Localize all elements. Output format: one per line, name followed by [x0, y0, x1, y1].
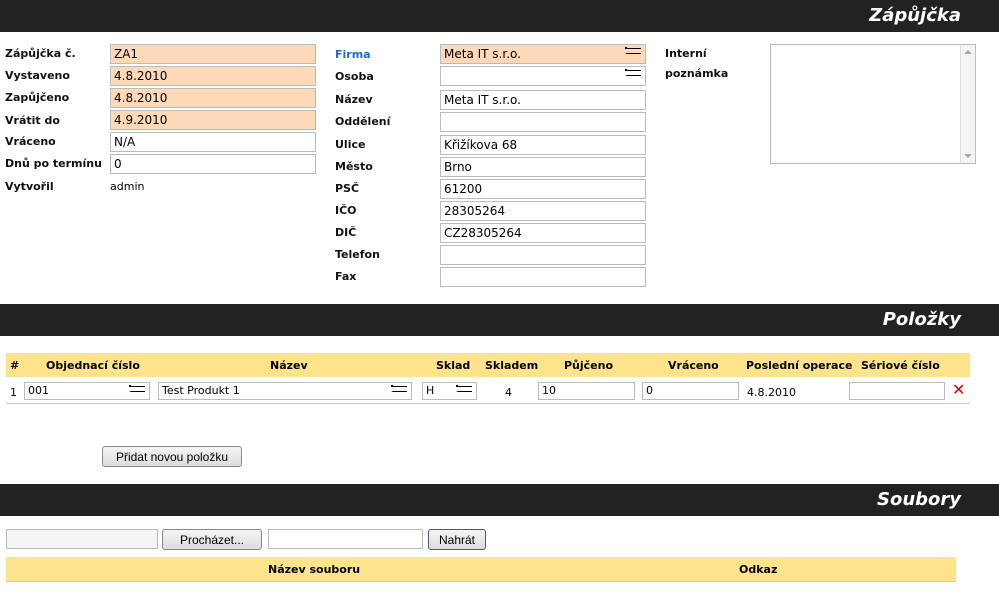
internal-note-textarea[interactable] — [770, 44, 976, 164]
phone-label: Telefon — [335, 248, 380, 261]
scroll-up-arrow-icon[interactable] — [964, 50, 972, 54]
ico-field[interactable]: 28305264 — [440, 201, 646, 221]
person-label: Osoba — [335, 70, 374, 83]
person-combo[interactable] — [440, 66, 646, 86]
returned-date-field[interactable]: N/A — [110, 132, 316, 152]
section-bar-soubory: Soubory — [0, 484, 999, 516]
upload-button[interactable]: Nahrát — [428, 529, 486, 550]
returned-label: Vráceno — [5, 135, 56, 148]
loaned-qty-field[interactable]: 10 — [538, 382, 635, 400]
created-by-label: Vytvořil — [5, 180, 54, 193]
col-in-stock: Skladem — [485, 359, 539, 372]
zip-field[interactable]: 61200 — [440, 179, 646, 199]
dic-label: DIČ — [335, 226, 357, 239]
col-serial: Sériové číslo — [861, 359, 940, 372]
note-scrollbar[interactable] — [960, 45, 975, 163]
row-divider — [6, 403, 970, 404]
store-combo[interactable]: H — [422, 382, 477, 400]
loan-number-field[interactable]: ZA1 — [110, 44, 316, 64]
row-num: 1 — [10, 386, 17, 399]
col-link: Odkaz — [739, 563, 778, 576]
col-name: Název — [270, 359, 308, 372]
ico-label: IČO — [335, 204, 357, 217]
last-operation-value: 4.8.2010 — [747, 386, 796, 399]
items-table-header: # Objednací číslo Název Sklad Skladem Pů… — [6, 353, 970, 377]
col-order-no: Objednací číslo — [46, 359, 140, 372]
col-file-name: Název souboru — [268, 563, 361, 576]
name-label: Název — [335, 93, 373, 106]
files-table-header: Název souboru Odkaz — [6, 557, 956, 581]
issued-label: Vystaveno — [5, 69, 70, 82]
loaned-date-field[interactable]: 4.8.2010 — [110, 88, 316, 108]
section-title: Položky — [882, 309, 961, 330]
note-label-line1: Interní — [665, 47, 707, 60]
dic-field[interactable]: CZ28305264 — [440, 223, 646, 243]
fax-field[interactable] — [440, 267, 646, 287]
city-label: Město — [335, 160, 373, 173]
loan-number-label: Zápůjčka č. — [5, 47, 76, 60]
section-title: Zápůjčka — [869, 5, 961, 26]
company-combo[interactable]: Meta IT s.r.o. — [440, 44, 646, 64]
in-stock-value: 4 — [505, 386, 512, 399]
zip-label: PSČ — [335, 182, 360, 195]
return-by-label: Vrátit do — [5, 114, 60, 127]
created-by-value: admin — [110, 180, 145, 193]
street-label: Ulice — [335, 138, 366, 151]
scroll-down-arrow-icon[interactable] — [964, 154, 972, 158]
firma-link[interactable]: Firma — [335, 48, 371, 61]
name-field[interactable]: Meta IT s.r.o. — [440, 90, 646, 110]
return-by-date-field[interactable]: 4.9.2010 — [110, 110, 316, 130]
loaned-label: Zapůjčeno — [5, 91, 70, 104]
product-name-value: Test Produkt 1 — [162, 384, 240, 397]
returned-qty-field[interactable]: 0 — [642, 382, 739, 400]
serial-number-field[interactable] — [849, 382, 945, 400]
department-label: Oddělení — [335, 115, 391, 128]
browse-button[interactable]: Procházet... — [162, 529, 262, 550]
delete-row-icon[interactable]: ✕ — [952, 382, 965, 398]
col-loaned: Půjčeno — [564, 359, 614, 372]
company-value: Meta IT s.r.o. — [444, 47, 521, 61]
file-path-field[interactable] — [6, 529, 158, 549]
section-title: Soubory — [876, 489, 961, 510]
days-overdue-field[interactable]: 0 — [110, 154, 316, 174]
product-name-combo[interactable]: Test Produkt 1 — [158, 382, 412, 400]
note-label-line2: poznámka — [665, 67, 729, 80]
add-item-button[interactable]: Přidat novou položku — [102, 446, 242, 467]
fax-label: Fax — [335, 270, 357, 283]
section-bar-polozky: Položky — [0, 304, 999, 336]
col-store: Sklad — [436, 359, 471, 372]
file-description-field[interactable] — [268, 529, 423, 549]
col-num: # — [10, 359, 20, 372]
col-last-op: Poslední operace — [746, 359, 853, 372]
col-returned: Vráceno — [668, 359, 719, 372]
days-overdue-label: Dnů po termínu — [5, 157, 102, 170]
order-no-value: 001 — [28, 384, 49, 397]
issued-date-field[interactable]: 4.8.2010 — [110, 66, 316, 86]
phone-field[interactable] — [440, 245, 646, 265]
department-field[interactable] — [440, 112, 646, 132]
street-field[interactable]: Křižíkova 68 — [440, 135, 646, 155]
section-bar-zapujcka: Zápůjčka — [0, 0, 999, 32]
order-no-combo[interactable]: 001 — [24, 382, 150, 400]
files-table-divider — [6, 581, 956, 582]
store-value: H — [426, 384, 435, 397]
city-field[interactable]: Brno — [440, 157, 646, 177]
